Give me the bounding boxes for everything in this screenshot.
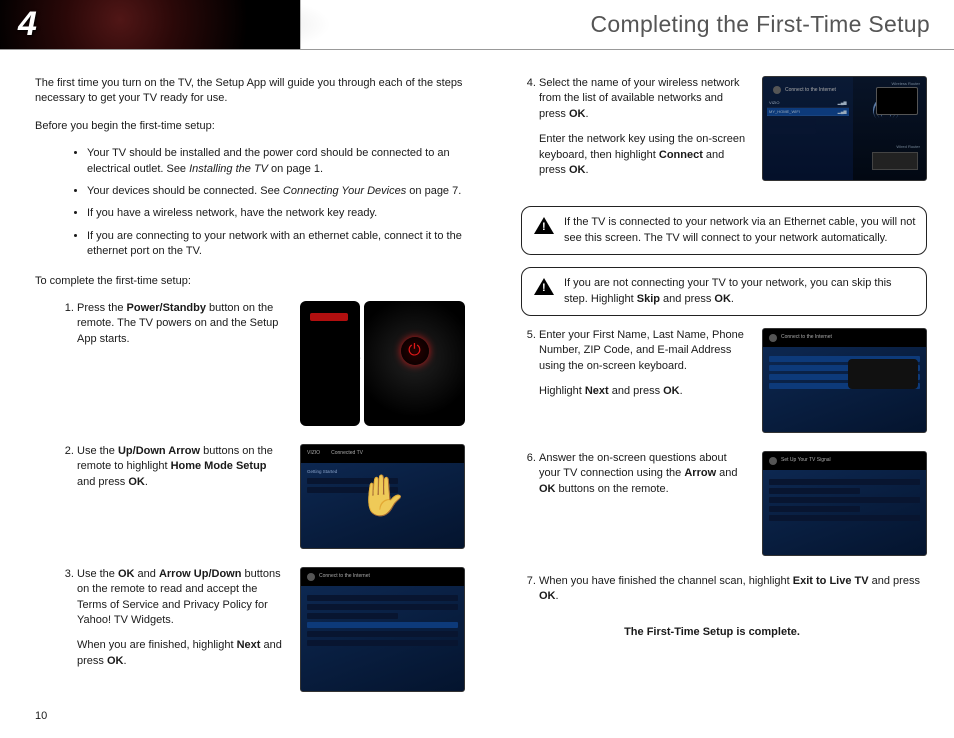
tv-icon xyxy=(876,87,918,115)
list-item: If you have a wireless network, have the… xyxy=(87,206,465,221)
register-screenshot: Connect to the Internet xyxy=(762,328,927,433)
logo-dot-icon xyxy=(307,573,315,581)
complete-message: The First-Time Setup is complete. xyxy=(497,625,927,640)
terms-screenshot: Connect to the Internet xyxy=(300,567,465,692)
list-item: Your TV should be installed and the powe… xyxy=(87,146,465,177)
step-5: Enter your First Name, Last Name, Phone … xyxy=(539,328,927,433)
ethernet-note: If the TV is connected to your network v… xyxy=(521,206,927,255)
router-icon xyxy=(872,152,918,170)
warning-icon xyxy=(534,217,554,234)
to-complete: To complete the first-time setup: xyxy=(35,274,465,289)
power-icon xyxy=(401,337,429,365)
getting-started-screenshot: VIZIO Connected TV Getting Started ✋ xyxy=(300,444,465,549)
page-header: 4 Completing the First-Time Setup xyxy=(0,0,954,50)
step-3: Use the OK and Arrow Up/Down buttons on … xyxy=(77,567,465,692)
page-number: 10 xyxy=(35,709,47,724)
prereq-list: Your TV should be installed and the powe… xyxy=(87,146,465,259)
list-item: If you are connecting to your network wi… xyxy=(87,229,465,260)
keyboard-remote-icon xyxy=(848,359,918,389)
warning-icon xyxy=(534,278,554,295)
left-column: The first time you turn on the TV, the S… xyxy=(35,76,465,710)
tv-signal-screenshot: Set Up Your TV Signal xyxy=(762,451,927,556)
chapter-number: 4 xyxy=(18,1,37,49)
arrow-left-icon: ← xyxy=(346,343,364,368)
right-column: Select the name of your wireless network… xyxy=(497,76,927,710)
skip-note: If you are not connecting your TV to you… xyxy=(521,267,927,316)
header-title-area: Completing the First-Time Setup xyxy=(300,0,954,49)
logo-dot-icon xyxy=(769,457,777,465)
intro-text: The first time you turn on the TV, the S… xyxy=(35,76,465,107)
logo-dot-icon xyxy=(769,334,777,342)
list-item: Your devices should be connected. See Co… xyxy=(87,184,465,199)
steps-right: Select the name of your wireless network… xyxy=(539,76,927,188)
header-banner: 4 xyxy=(0,0,300,49)
step-1: Press the Power/Standby button on the re… xyxy=(77,301,465,426)
logo-dot-icon xyxy=(773,86,781,94)
step-7: When you have finished the channel scan,… xyxy=(539,574,927,605)
network-screenshot: Connect to the Internet VIZIO▂▄▆ MY_HOME… xyxy=(762,76,927,181)
before-intro: Before you begin the first-time setup: xyxy=(35,119,465,134)
steps-left: Press the Power/Standby button on the re… xyxy=(77,301,465,692)
remote-power-image: ← xyxy=(300,301,465,426)
remote-hand-icon: ✋ xyxy=(358,468,408,524)
step-4: Select the name of your wireless network… xyxy=(539,76,927,188)
page-body: The first time you turn on the TV, the S… xyxy=(0,50,954,722)
steps-right-2: Enter your First Name, Last Name, Phone … xyxy=(539,328,927,605)
step-6: Answer the on-screen questions about you… xyxy=(539,451,927,556)
chapter-title: Completing the First-Time Setup xyxy=(590,8,930,40)
step-2: Use the Up/Down Arrow buttons on the rem… xyxy=(77,444,465,549)
